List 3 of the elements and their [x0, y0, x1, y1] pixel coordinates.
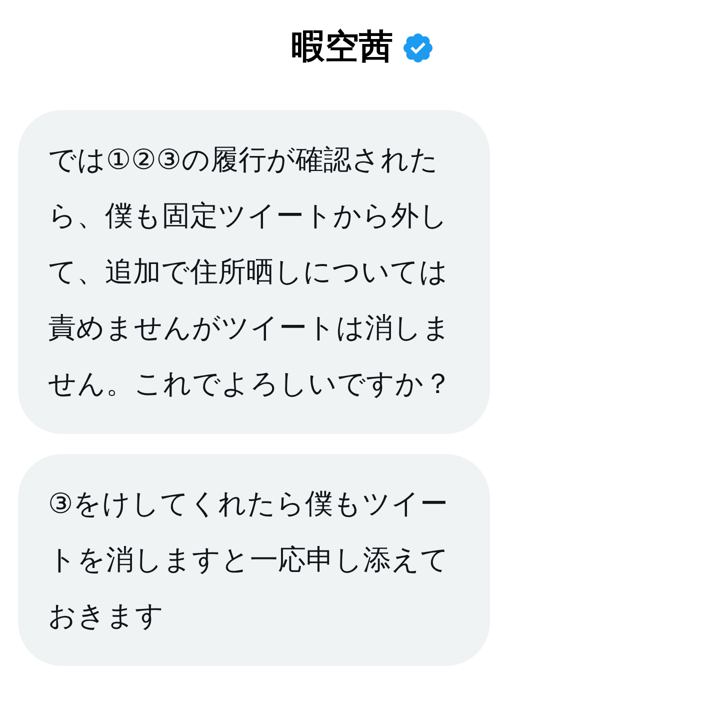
contact-name: 暇空茜 — [291, 26, 393, 69]
message-text: では①②③の履行が確認されたら、僕も固定ツイートから外して、追加で住所晒しについては責めませんがツイートは消しません。これでよろしいですか？ — [48, 142, 453, 402]
message-text: ③をけしてくれたら僕もツイートを消しますと一応申し添えておきます — [48, 486, 450, 634]
